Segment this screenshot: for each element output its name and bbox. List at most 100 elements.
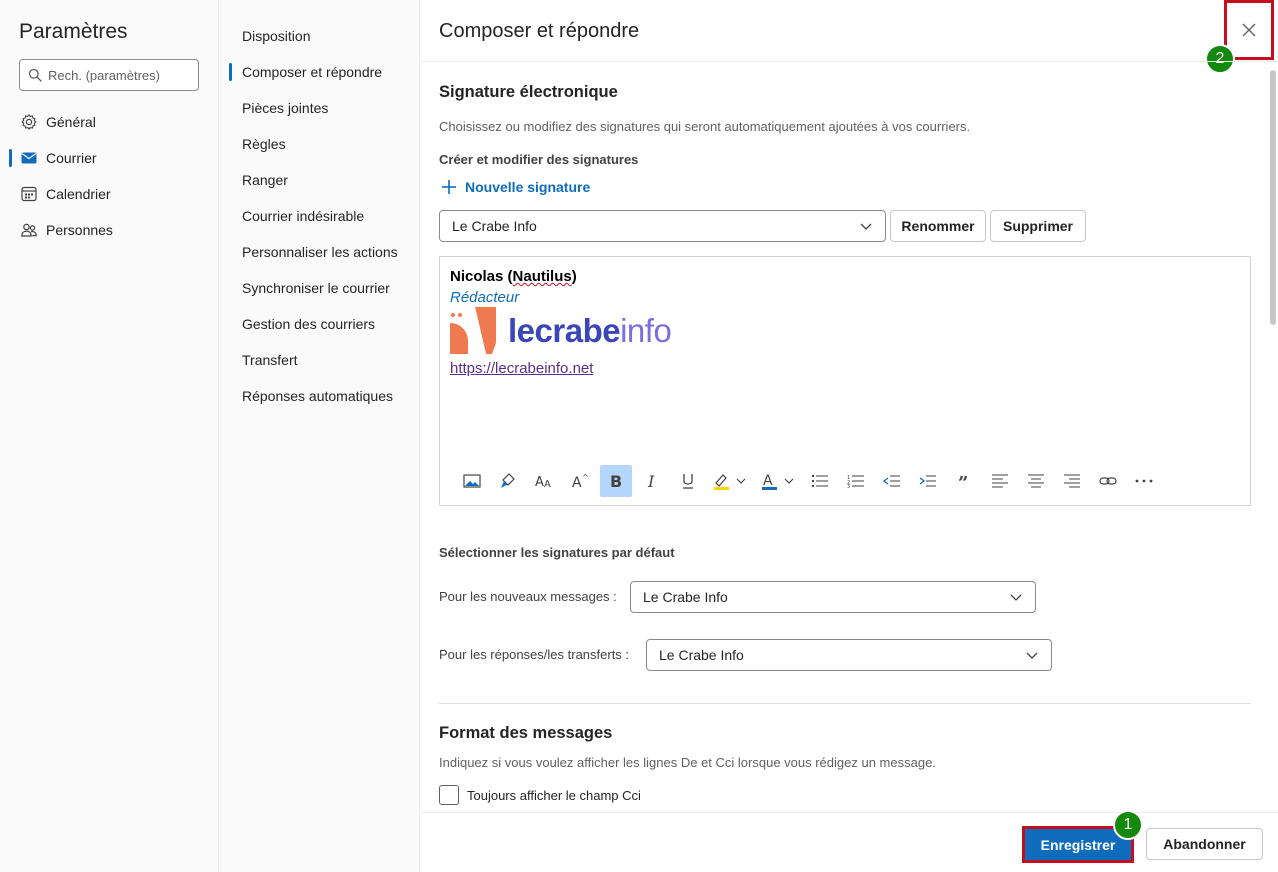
signature-editor[interactable]: Nicolas (Nautilus) Rédacteur lecrabeinfo… xyxy=(439,256,1251,506)
font-color-button[interactable]: A xyxy=(756,465,800,497)
rename-button[interactable]: Renommer xyxy=(890,210,986,242)
subnav-item-rules[interactable]: Règles xyxy=(219,126,419,162)
subnav-item-forwarding[interactable]: Transfert xyxy=(219,342,419,378)
settings-title: Paramètres xyxy=(19,20,128,43)
align-right-icon xyxy=(1064,474,1080,488)
font-color-icon: A xyxy=(762,473,794,490)
insert-image-button[interactable] xyxy=(456,465,488,497)
svg-text:3: 3 xyxy=(847,484,850,488)
message-format-description: Indiquez si vous voulez afficher les lig… xyxy=(439,755,936,770)
new-signature-label: Nouvelle signature xyxy=(465,179,591,195)
mail-settings-subnav: Disposition Composer et répondre Pièces … xyxy=(219,0,420,872)
decrease-indent-button[interactable] xyxy=(876,465,908,497)
new-messages-label: Pour les nouveaux messages : xyxy=(439,589,617,604)
nav-item-people[interactable]: Personnes xyxy=(0,212,218,248)
annotation-badge-1: 1 xyxy=(1113,810,1143,840)
search-icon xyxy=(28,68,42,82)
create-signatures-label: Créer et modifier des signatures xyxy=(439,152,639,167)
highlight-button[interactable] xyxy=(708,465,752,497)
subnav-item-sync-email[interactable]: Synchroniser le courrier xyxy=(219,270,419,306)
gear-icon xyxy=(21,114,37,130)
logo-text-bold: lecrabe xyxy=(508,312,621,349)
bold-icon: B xyxy=(610,473,622,489)
footer-actions: Enregistrer Abandonner xyxy=(421,812,1278,872)
signature-name-suffix: ) xyxy=(571,268,577,285)
settings-sidebar: Paramètres Général Courrier Calendrier P… xyxy=(0,0,219,872)
compose-reply-panel: Composer et répondre 2 Signature électro… xyxy=(421,0,1278,872)
image-icon xyxy=(463,474,481,488)
insert-link-button[interactable] xyxy=(1092,465,1124,497)
svg-text:A: A xyxy=(572,475,582,489)
chevron-down-icon xyxy=(1010,594,1022,601)
svg-text:^: ^ xyxy=(582,473,589,482)
nav-item-label: Personnes xyxy=(46,222,113,238)
signature-select[interactable]: Le Crabe Info xyxy=(439,210,886,242)
calendar-icon xyxy=(21,186,37,202)
signature-logo: lecrabeinfo xyxy=(450,307,672,355)
scrollbar[interactable] xyxy=(1270,70,1276,325)
increase-indent-button[interactable] xyxy=(912,465,944,497)
align-left-button[interactable] xyxy=(984,465,1016,497)
people-icon xyxy=(21,223,37,237)
signature-name: Nicolas (Nautilus) xyxy=(450,268,577,285)
discard-button[interactable]: Abandonner xyxy=(1146,828,1263,860)
crab-logo-icon xyxy=(450,307,496,354)
page-title: Composer et répondre xyxy=(439,20,640,42)
highlighter-icon xyxy=(714,474,746,490)
align-center-button[interactable] xyxy=(1020,465,1052,497)
settings-search-box[interactable] xyxy=(19,59,199,91)
italic-button[interactable]: I xyxy=(636,465,668,497)
subnav-item-message-handling[interactable]: Gestion des courriers xyxy=(219,306,419,342)
subnav-item-customize-actions[interactable]: Personnaliser les actions xyxy=(219,234,419,270)
quote-button[interactable]: ” xyxy=(948,465,980,497)
decrease-indent-icon xyxy=(883,475,900,487)
align-right-button[interactable] xyxy=(1056,465,1088,497)
section-divider xyxy=(439,703,1251,704)
more-options-button[interactable] xyxy=(1128,465,1160,497)
svg-text:I: I xyxy=(647,473,655,489)
subnav-item-sweep[interactable]: Ranger xyxy=(219,162,419,198)
nav-item-label: Calendrier xyxy=(46,186,111,202)
new-signature-button[interactable]: Nouvelle signature xyxy=(441,179,590,195)
signature-heading: Signature électronique xyxy=(439,83,618,101)
svg-text:”: ” xyxy=(958,474,968,488)
replies-select-value: Le Crabe Info xyxy=(659,647,744,663)
subnav-item-junk-email[interactable]: Courrier indésirable xyxy=(219,198,419,234)
always-show-bcc-label: Toujours afficher le champ Cci xyxy=(467,788,641,803)
more-icon xyxy=(1135,479,1153,483)
formatting-toolbar: AA A ^ B I A 123 ” xyxy=(456,465,1164,497)
logo-wordmark: lecrabeinfo xyxy=(508,312,672,350)
signature-role: Rédacteur xyxy=(450,289,520,306)
align-left-icon xyxy=(992,474,1008,488)
plus-icon xyxy=(442,180,456,194)
message-format-heading: Format des messages xyxy=(439,724,613,742)
bold-button[interactable]: B xyxy=(600,465,632,497)
bullets-button[interactable] xyxy=(804,465,836,497)
signature-link[interactable]: https://lecrabeinfo.net xyxy=(450,360,593,377)
underline-button[interactable] xyxy=(672,465,704,497)
chevron-down-icon xyxy=(860,223,872,230)
bullet-list-icon xyxy=(811,474,828,488)
nav-item-calendar[interactable]: Calendrier xyxy=(0,176,218,212)
subnav-item-attachments[interactable]: Pièces jointes xyxy=(219,90,419,126)
settings-search-input[interactable] xyxy=(48,67,188,83)
font-size-button[interactable]: AA xyxy=(528,465,560,497)
numbering-button[interactable]: 123 xyxy=(840,465,872,497)
signature-name-word: Nautilus xyxy=(512,268,572,285)
align-center-icon xyxy=(1028,474,1044,488)
always-show-bcc-checkbox[interactable] xyxy=(439,785,459,805)
grow-font-button[interactable]: A ^ xyxy=(564,465,596,497)
delete-button[interactable]: Supprimer xyxy=(990,210,1086,242)
nav-item-general[interactable]: Général xyxy=(0,104,218,140)
replies-signature-select[interactable]: Le Crabe Info xyxy=(646,639,1052,671)
subnav-item-automatic-replies[interactable]: Réponses automatiques xyxy=(219,378,419,414)
numbered-list-icon: 123 xyxy=(847,475,864,488)
subnav-item-compose-reply[interactable]: Composer et répondre xyxy=(219,54,419,90)
subnav-item-layout[interactable]: Disposition xyxy=(219,18,419,54)
logo-text-light: info xyxy=(620,312,672,349)
new-messages-signature-select[interactable]: Le Crabe Info xyxy=(630,581,1036,613)
nav-item-mail[interactable]: Courrier xyxy=(0,140,218,176)
format-painter-button[interactable] xyxy=(492,465,524,497)
settings-content[interactable]: Signature électronique Choisissez ou mod… xyxy=(421,62,1278,812)
close-icon xyxy=(1242,23,1256,37)
